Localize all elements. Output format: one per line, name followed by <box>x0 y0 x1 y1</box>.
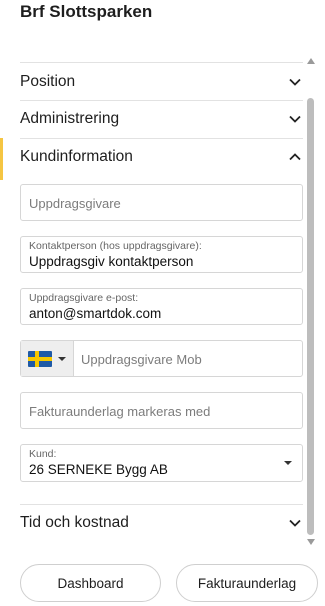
email-field[interactable]: Uppdragsgivare e-post: anton@smartdok.co… <box>20 288 303 325</box>
kontaktperson-label: Kontaktperson (hos uppdragsgivare): <box>29 240 202 252</box>
section-position[interactable]: Position <box>20 64 303 100</box>
dashboard-button[interactable]: Dashboard <box>20 564 161 602</box>
uppdragsgivare-placeholder: Uppdragsgivare <box>29 196 121 211</box>
sweden-flag-icon <box>28 350 52 367</box>
divider <box>20 62 303 63</box>
section-tid-och-kostnad[interactable]: Tid och kostnad <box>20 505 303 541</box>
mobile-placeholder: Uppdragsgivare Mob <box>81 352 202 367</box>
scrollbar-thumb[interactable] <box>307 98 314 535</box>
page-title: Brf Slottsparken <box>20 2 153 21</box>
scroll-up-arrow-icon[interactable] <box>307 58 315 64</box>
kund-label: Kund: <box>29 448 57 460</box>
section-kundinformation[interactable]: Kundinformation <box>20 139 303 175</box>
fakturaunderlag-field[interactable]: Fakturaunderlag markeras med <box>20 392 303 429</box>
chevron-down-icon[interactable] <box>287 515 303 531</box>
kund-select[interactable]: Kund: 26 SERNEKE Bygg AB <box>20 444 303 482</box>
mobile-field[interactable]: Uppdragsgivare Mob <box>20 340 303 377</box>
scroll-down-arrow-icon[interactable] <box>307 539 315 545</box>
uppdragsgivare-field[interactable]: Uppdragsgivare <box>20 184 303 221</box>
section-position-label: Position <box>20 73 76 90</box>
chevron-down-icon[interactable] <box>287 111 303 127</box>
chevron-up-icon[interactable] <box>287 149 303 165</box>
section-tid-och-kostnad-label: Tid och kostnad <box>20 514 129 531</box>
section-administrering-label: Administrering <box>20 110 120 127</box>
section-kundinformation-label: Kundinformation <box>20 148 133 165</box>
section-administrering[interactable]: Administrering <box>20 101 303 137</box>
kontaktperson-value: Uppdragsgiv kontaktperson <box>29 254 194 269</box>
fakturaunderlag-placeholder: Fakturaunderlag markeras med <box>29 404 211 419</box>
email-value: anton@smartdok.com <box>29 306 162 321</box>
fakturaunderlag-button[interactable]: Fakturaunderlag <box>176 564 318 602</box>
dropdown-arrow-icon <box>58 356 66 361</box>
kontaktperson-field[interactable]: Kontaktperson (hos uppdragsgivare): Uppd… <box>20 236 303 273</box>
active-section-indicator <box>0 138 3 180</box>
country-selector[interactable] <box>21 341 74 376</box>
select-arrow-icon <box>284 461 292 465</box>
kund-value: 26 SERNEKE Bygg AB <box>29 462 168 477</box>
chevron-down-icon[interactable] <box>287 74 303 90</box>
email-label: Uppdragsgivare e-post: <box>29 292 139 304</box>
